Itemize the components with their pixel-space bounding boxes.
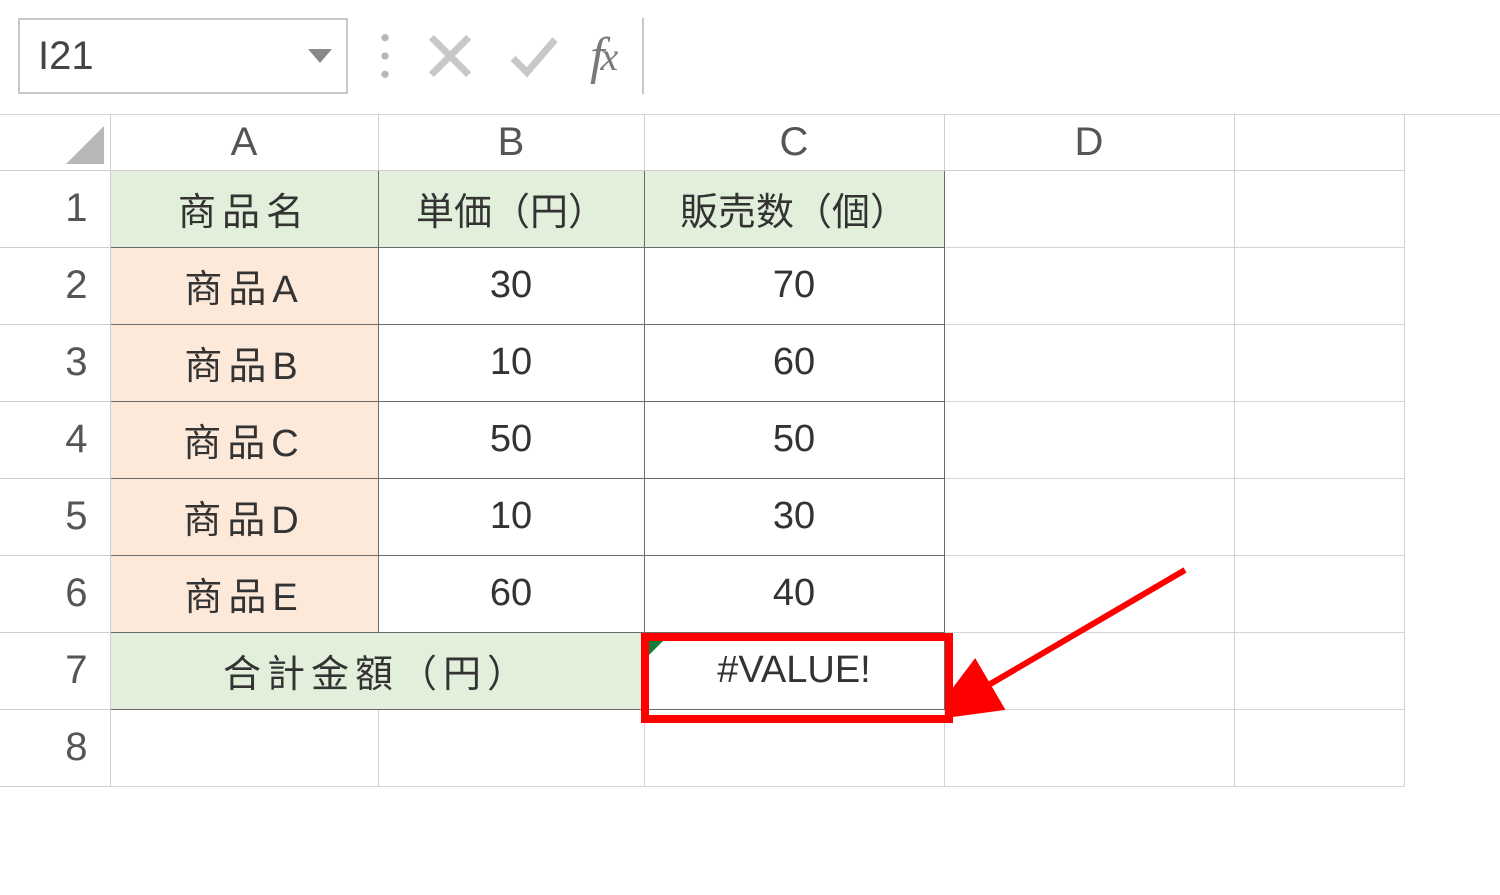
cell-C5[interactable]: 30: [644, 478, 944, 555]
spreadsheet-grid[interactable]: A B C D 1 商品名 単価（円） 販売数（個） 2 商品A 30 70 3…: [0, 115, 1405, 787]
cell-C3[interactable]: 60: [644, 324, 944, 401]
cell-E7[interactable]: [1234, 632, 1404, 709]
cell-C6[interactable]: 40: [644, 555, 944, 632]
row-header-2[interactable]: 2: [0, 247, 110, 324]
grip-icon: [376, 31, 394, 81]
cell-A6[interactable]: 商品E: [110, 555, 378, 632]
cell-A5[interactable]: 商品D: [110, 478, 378, 555]
col-header-D[interactable]: D: [944, 115, 1234, 170]
cell-C4[interactable]: 50: [644, 401, 944, 478]
cell-C2[interactable]: 70: [644, 247, 944, 324]
row-header-4[interactable]: 4: [0, 401, 110, 478]
name-box[interactable]: I21: [18, 18, 348, 94]
col-header-extra[interactable]: [1234, 115, 1404, 170]
cell-C1[interactable]: 販売数（個）: [644, 170, 944, 247]
dropdown-icon[interactable]: [308, 49, 332, 63]
accept-icon: [506, 28, 562, 84]
cell-B1[interactable]: 単価（円）: [378, 170, 644, 247]
cell-E2[interactable]: [1234, 247, 1404, 324]
cell-C8[interactable]: [644, 709, 944, 786]
cell-E8[interactable]: [1234, 709, 1404, 786]
row-header-1[interactable]: 1: [0, 170, 110, 247]
cell-E1[interactable]: [1234, 170, 1404, 247]
cell-D5[interactable]: [944, 478, 1234, 555]
cell-E4[interactable]: [1234, 401, 1404, 478]
cell-C7-value: #VALUE!: [717, 649, 870, 691]
cell-B4[interactable]: 50: [378, 401, 644, 478]
cell-D8[interactable]: [944, 709, 1234, 786]
cell-A4[interactable]: 商品C: [110, 401, 378, 478]
cancel-icon: [422, 28, 478, 84]
cell-A2[interactable]: 商品A: [110, 247, 378, 324]
col-header-B[interactable]: B: [378, 115, 644, 170]
cell-D4[interactable]: [944, 401, 1234, 478]
row-header-8[interactable]: 8: [0, 709, 110, 786]
cell-E3[interactable]: [1234, 324, 1404, 401]
cell-D1[interactable]: [944, 170, 1234, 247]
cell-B2[interactable]: 30: [378, 247, 644, 324]
cell-A1[interactable]: 商品名: [110, 170, 378, 247]
cell-E6[interactable]: [1234, 555, 1404, 632]
cell-D6[interactable]: [944, 555, 1234, 632]
cell-A7-B7-merged[interactable]: 合計金額（円）: [110, 632, 644, 709]
row-header-5[interactable]: 5: [0, 478, 110, 555]
row-header-3[interactable]: 3: [0, 324, 110, 401]
cell-B8[interactable]: [378, 709, 644, 786]
row-header-7[interactable]: 7: [0, 632, 110, 709]
cell-A3[interactable]: 商品B: [110, 324, 378, 401]
cell-C7[interactable]: #VALUE!: [644, 632, 944, 709]
col-header-C[interactable]: C: [644, 115, 944, 170]
cell-D3[interactable]: [944, 324, 1234, 401]
formula-bar: I21 fx: [0, 0, 1500, 114]
fx-icon[interactable]: fx: [590, 27, 614, 86]
cell-B5[interactable]: 10: [378, 478, 644, 555]
name-box-value: I21: [38, 34, 94, 79]
cell-B6[interactable]: 60: [378, 555, 644, 632]
cell-A8[interactable]: [110, 709, 378, 786]
cell-D7[interactable]: [944, 632, 1234, 709]
cell-E5[interactable]: [1234, 478, 1404, 555]
col-header-A[interactable]: A: [110, 115, 378, 170]
cell-D2[interactable]: [944, 247, 1234, 324]
row-header-6[interactable]: 6: [0, 555, 110, 632]
formula-input[interactable]: [642, 18, 1482, 94]
select-all-triangle[interactable]: [0, 115, 110, 170]
cell-B3[interactable]: 10: [378, 324, 644, 401]
error-triangle-icon: [645, 633, 671, 659]
